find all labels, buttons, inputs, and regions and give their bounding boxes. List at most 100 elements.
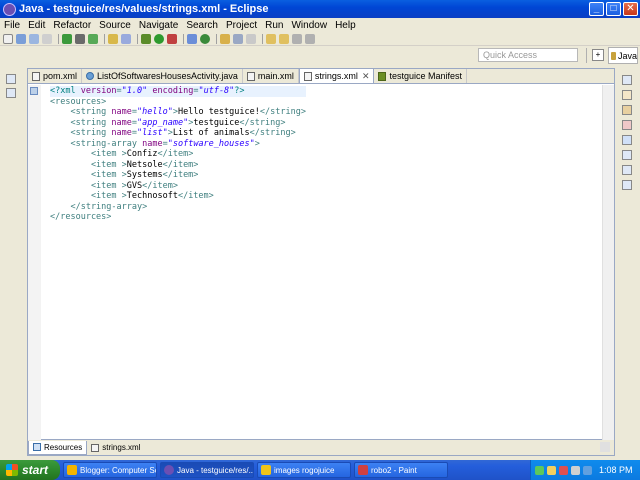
tab-testguice-manifest[interactable]: testguice Manifest — [374, 69, 468, 83]
menu-window[interactable]: Window — [291, 20, 327, 31]
lint-icon[interactable] — [88, 33, 98, 44]
menu-source[interactable]: Source — [99, 20, 131, 31]
code-line[interactable]: <resources> — [50, 97, 306, 108]
java-perspective-icon — [611, 51, 616, 60]
maximize-button[interactable]: □ — [606, 2, 621, 16]
folder-icon — [261, 465, 271, 475]
eclipse-icon — [3, 2, 16, 16]
close-button[interactable]: ✕ — [623, 2, 638, 16]
package-explorer-icon[interactable] — [6, 88, 16, 98]
security-icon[interactable] — [547, 465, 556, 475]
code-line[interactable]: <string name="app_name">testguice</strin… — [50, 118, 306, 129]
code-line[interactable]: <item >Netsole</item> — [50, 160, 306, 171]
avd-manager-icon[interactable] — [75, 33, 85, 44]
code-line[interactable]: <string-array name="software_houses"> — [50, 139, 306, 150]
new-java-package-icon[interactable] — [187, 33, 197, 44]
start-button[interactable]: start — [0, 460, 60, 480]
toolbar-separator — [183, 33, 184, 44]
menu-file[interactable]: File — [4, 20, 20, 31]
window-title: Java - testguice/res/values/strings.xml … — [19, 3, 269, 15]
menu-project[interactable]: Project — [226, 20, 257, 31]
code-line[interactable]: <string name="hello">Hello testguice!</s… — [50, 107, 305, 118]
task-label: Java - testguice/res/... — [177, 465, 254, 475]
close-tab-icon[interactable]: ✕ — [362, 71, 370, 82]
xml-file-icon — [303, 71, 312, 81]
back-icon[interactable] — [292, 33, 302, 44]
editor-ruler[interactable] — [28, 85, 41, 440]
print-icon[interactable] — [42, 33, 52, 44]
debug-icon[interactable] — [141, 33, 151, 44]
code-line[interactable]: <item >Systems</item> — [50, 170, 306, 181]
code-line[interactable]: </resources> — [50, 212, 306, 223]
restore-view-icon[interactable] — [622, 75, 632, 85]
java-perspective-button[interactable]: Java — [608, 47, 638, 64]
tab-resources[interactable]: Resources — [28, 440, 88, 455]
paint-icon — [358, 465, 368, 475]
tab-label: pom.xml — [43, 71, 78, 81]
menu-help[interactable]: Help — [335, 20, 356, 31]
outline-icon[interactable] — [622, 105, 632, 115]
tab-pom-xml[interactable]: pom.xml — [28, 69, 83, 83]
previous-annotation-icon[interactable] — [279, 33, 289, 44]
task-images-folder[interactable]: images rogojuice — [257, 462, 351, 478]
new-java-class-icon[interactable] — [200, 33, 210, 44]
open-perspective-icon[interactable]: + — [592, 49, 604, 61]
vertical-scrollbar[interactable] — [602, 85, 614, 440]
left-trim-stack — [3, 70, 21, 100]
tab-strings-xml[interactable]: strings.xml ✕ — [298, 68, 375, 83]
task-eclipse[interactable]: Java - testguice/res/... — [160, 462, 254, 478]
code-line[interactable]: <item >Technosoft</item> — [50, 191, 306, 202]
windows-taskbar: start Blogger: Computer Sc... Java - tes… — [0, 460, 640, 480]
external-tools-icon[interactable] — [167, 33, 177, 44]
tab-list-of-softwares-houses-activity[interactable]: ListOfSoftwaresHousesActivity.java — [82, 69, 243, 83]
menu-edit[interactable]: Edit — [28, 20, 45, 31]
xml-file-icon[interactable] — [121, 33, 131, 44]
task-list-icon[interactable] — [622, 90, 632, 100]
perspective-separator — [586, 48, 587, 63]
tab-main-xml[interactable]: main.xml — [243, 69, 299, 83]
minimize-button[interactable]: _ — [589, 2, 604, 16]
forward-icon[interactable] — [305, 33, 315, 44]
clock: 1:08 PM — [599, 465, 633, 475]
menu-navigate[interactable]: Navigate — [139, 20, 178, 31]
search-icon[interactable] — [233, 33, 243, 44]
menu-run[interactable]: Run — [265, 20, 283, 31]
eclipse-icon — [164, 465, 174, 475]
editor-tabs: pom.xml ListOfSoftwaresHousesActivity.ja… — [28, 68, 614, 84]
toolbar-separator — [216, 33, 217, 44]
code-line[interactable]: <item >Confiz</item> — [50, 149, 306, 160]
menu-bar: File Edit Refactor Source Navigate Searc… — [0, 18, 640, 32]
next-annotation-icon[interactable] — [266, 33, 276, 44]
tab-strings-xml-source[interactable]: strings.xml — [87, 441, 144, 455]
code-line[interactable]: <string name="list">List of animals</str… — [50, 128, 306, 139]
new-icon[interactable] — [3, 33, 13, 44]
android-sdk-icon[interactable] — [62, 33, 72, 44]
logcat-icon[interactable] — [622, 180, 632, 190]
quick-access-input[interactable]: Quick Access — [478, 48, 578, 62]
xml-file-icon — [32, 71, 40, 81]
new-android-project-icon[interactable] — [108, 33, 118, 44]
code-line[interactable]: <?xml version="1.0" encoding="utf-8"?> — [50, 86, 306, 97]
open-type-icon[interactable] — [220, 33, 230, 44]
antivirus-icon[interactable] — [559, 465, 568, 475]
menu-refactor[interactable]: Refactor — [53, 20, 91, 31]
save-all-icon[interactable] — [29, 33, 39, 44]
run-icon[interactable] — [154, 33, 164, 44]
task-blogger[interactable]: Blogger: Computer Sc... — [63, 462, 157, 478]
network-icon[interactable] — [535, 465, 544, 475]
task-paint[interactable]: robo2 - Paint — [354, 462, 448, 478]
bluetooth-icon[interactable] — [583, 465, 592, 475]
volume-icon[interactable] — [571, 465, 580, 475]
restore-view-icon[interactable] — [6, 74, 16, 84]
code-line[interactable]: <item >GVS</item> — [50, 181, 306, 192]
problems-icon[interactable] — [622, 120, 632, 130]
toggle-mark-icon[interactable] — [246, 33, 256, 44]
declaration-icon[interactable] — [622, 150, 632, 160]
javadoc-icon[interactable] — [622, 135, 632, 145]
console-icon[interactable] — [622, 165, 632, 175]
code-line[interactable]: </string-array> — [50, 202, 306, 213]
task-label: images rogojuice — [274, 465, 335, 475]
save-icon[interactable] — [16, 33, 26, 44]
code-area[interactable]: <?xml version="1.0" encoding="utf-8"?> <r… — [50, 86, 306, 223]
menu-search[interactable]: Search — [186, 20, 218, 31]
